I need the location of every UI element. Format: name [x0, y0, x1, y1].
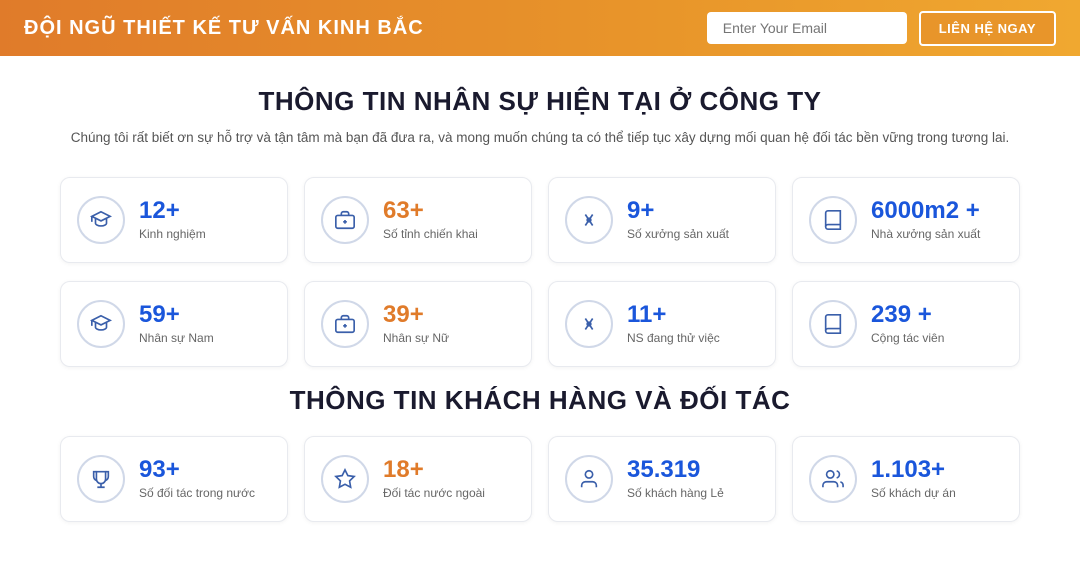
stat-number: 18+: [383, 457, 485, 483]
stat-card: 6000m2 + Nhà xưởng sản xuất: [792, 177, 1020, 263]
stat-label: Số xưởng sản xuất: [627, 227, 729, 241]
stat-number: 39+: [383, 302, 449, 328]
stat-icon-2: [565, 455, 613, 503]
stat-number: 59+: [139, 302, 214, 328]
stat-label: Nhà xưởng sản xuất: [871, 227, 980, 241]
stat-number: 35.319: [627, 457, 724, 483]
stat-card: 63+ Số tỉnh chiến khai: [304, 177, 532, 263]
stat-label: Số tỉnh chiến khai: [383, 227, 478, 241]
stat-content-0: 93+ Số đối tác trong nước: [139, 457, 255, 499]
section2: THÔNG TIN KHÁCH HÀNG VÀ ĐỐI TÁC 93+ Số đ…: [60, 385, 1020, 522]
stats-grid-row3: 93+ Số đối tác trong nước 18+ Đối tác nư…: [60, 436, 1020, 522]
main-content: THÔNG TIN NHÂN SỰ HIỆN TẠI Ở CÔNG TY Chú…: [0, 56, 1080, 570]
stat-icon-3: [809, 455, 857, 503]
stat-icon-3: [809, 196, 857, 244]
section2-title: THÔNG TIN KHÁCH HÀNG VÀ ĐỐI TÁC: [60, 385, 1020, 416]
email-input[interactable]: [707, 12, 907, 44]
stat-number: 12+: [139, 198, 206, 224]
stat-icon-0: [77, 300, 125, 348]
header-title: ĐỘI NGŨ THIẾT KẾ TƯ VẤN KINH BẮC: [24, 17, 707, 40]
stat-card: 39+ Nhân sự Nữ: [304, 281, 532, 367]
stat-content-3: 239 + Cộng tác viên: [871, 302, 944, 344]
stat-icon-0: [77, 196, 125, 244]
header-right: LIÊN HỆ NGAY: [707, 11, 1056, 46]
stat-content-0: 12+ Kinh nghiệm: [139, 198, 206, 240]
stat-label: NS đang thử việc: [627, 331, 720, 345]
stat-content-0: 59+ Nhân sự Nam: [139, 302, 214, 344]
stat-card: 59+ Nhân sự Nam: [60, 281, 288, 367]
stat-card: 239 + Cộng tác viên: [792, 281, 1020, 367]
stat-icon-1: [321, 196, 369, 244]
stat-content-3: 6000m2 + Nhà xưởng sản xuất: [871, 198, 980, 240]
stat-number: 93+: [139, 457, 255, 483]
stat-icon-2: [565, 196, 613, 244]
stat-label: Đối tác nước ngoài: [383, 486, 485, 500]
contact-button[interactable]: LIÊN HỆ NGAY: [919, 11, 1056, 46]
section1-subtitle: Chúng tôi rất biết ơn sự hỗ trợ và tận t…: [60, 127, 1020, 149]
stat-card: 9+ Số xưởng sản xuất: [548, 177, 776, 263]
stats-grid-row2: 59+ Nhân sự Nam 39+ Nhân sự Nữ 11+ NS đa…: [60, 281, 1020, 367]
stat-content-1: 39+ Nhân sự Nữ: [383, 302, 449, 344]
stat-number: 63+: [383, 198, 478, 224]
stat-label: Số khách hàng Lẻ: [627, 486, 724, 500]
stat-content-2: 11+ NS đang thử việc: [627, 302, 720, 344]
stat-card: 93+ Số đối tác trong nước: [60, 436, 288, 522]
stat-content-2: 35.319 Số khách hàng Lẻ: [627, 457, 724, 499]
stat-label: Số khách dự án: [871, 486, 956, 500]
stat-label: Số đối tác trong nước: [139, 486, 255, 500]
stat-number: 6000m2 +: [871, 198, 980, 224]
stat-number: 1.103+: [871, 457, 956, 483]
header: ĐỘI NGŨ THIẾT KẾ TƯ VẤN KINH BẮC LIÊN HỆ…: [0, 0, 1080, 56]
stats-grid-row1: 12+ Kinh nghiệm 63+ Số tỉnh chiến khai 9…: [60, 177, 1020, 263]
stat-card: 11+ NS đang thử việc: [548, 281, 776, 367]
stat-icon-1: [321, 455, 369, 503]
section1-title: THÔNG TIN NHÂN SỰ HIỆN TẠI Ở CÔNG TY: [60, 86, 1020, 117]
stat-label: Nhân sự Nam: [139, 331, 214, 345]
stat-label: Cộng tác viên: [871, 331, 944, 345]
stat-card: 35.319 Số khách hàng Lẻ: [548, 436, 776, 522]
stat-label: Kinh nghiệm: [139, 227, 206, 241]
stat-card: 18+ Đối tác nước ngoài: [304, 436, 532, 522]
stat-content-3: 1.103+ Số khách dự án: [871, 457, 956, 499]
stat-label: Nhân sự Nữ: [383, 331, 449, 345]
stat-number: 239 +: [871, 302, 944, 328]
stat-icon-2: [565, 300, 613, 348]
stat-icon-1: [321, 300, 369, 348]
stat-icon-0: [77, 455, 125, 503]
stat-number: 9+: [627, 198, 729, 224]
stat-content-2: 9+ Số xưởng sản xuất: [627, 198, 729, 240]
stat-card: 12+ Kinh nghiệm: [60, 177, 288, 263]
stat-content-1: 18+ Đối tác nước ngoài: [383, 457, 485, 499]
stat-number: 11+: [627, 302, 720, 328]
stat-icon-3: [809, 300, 857, 348]
stat-content-1: 63+ Số tỉnh chiến khai: [383, 198, 478, 240]
stat-card: 1.103+ Số khách dự án: [792, 436, 1020, 522]
